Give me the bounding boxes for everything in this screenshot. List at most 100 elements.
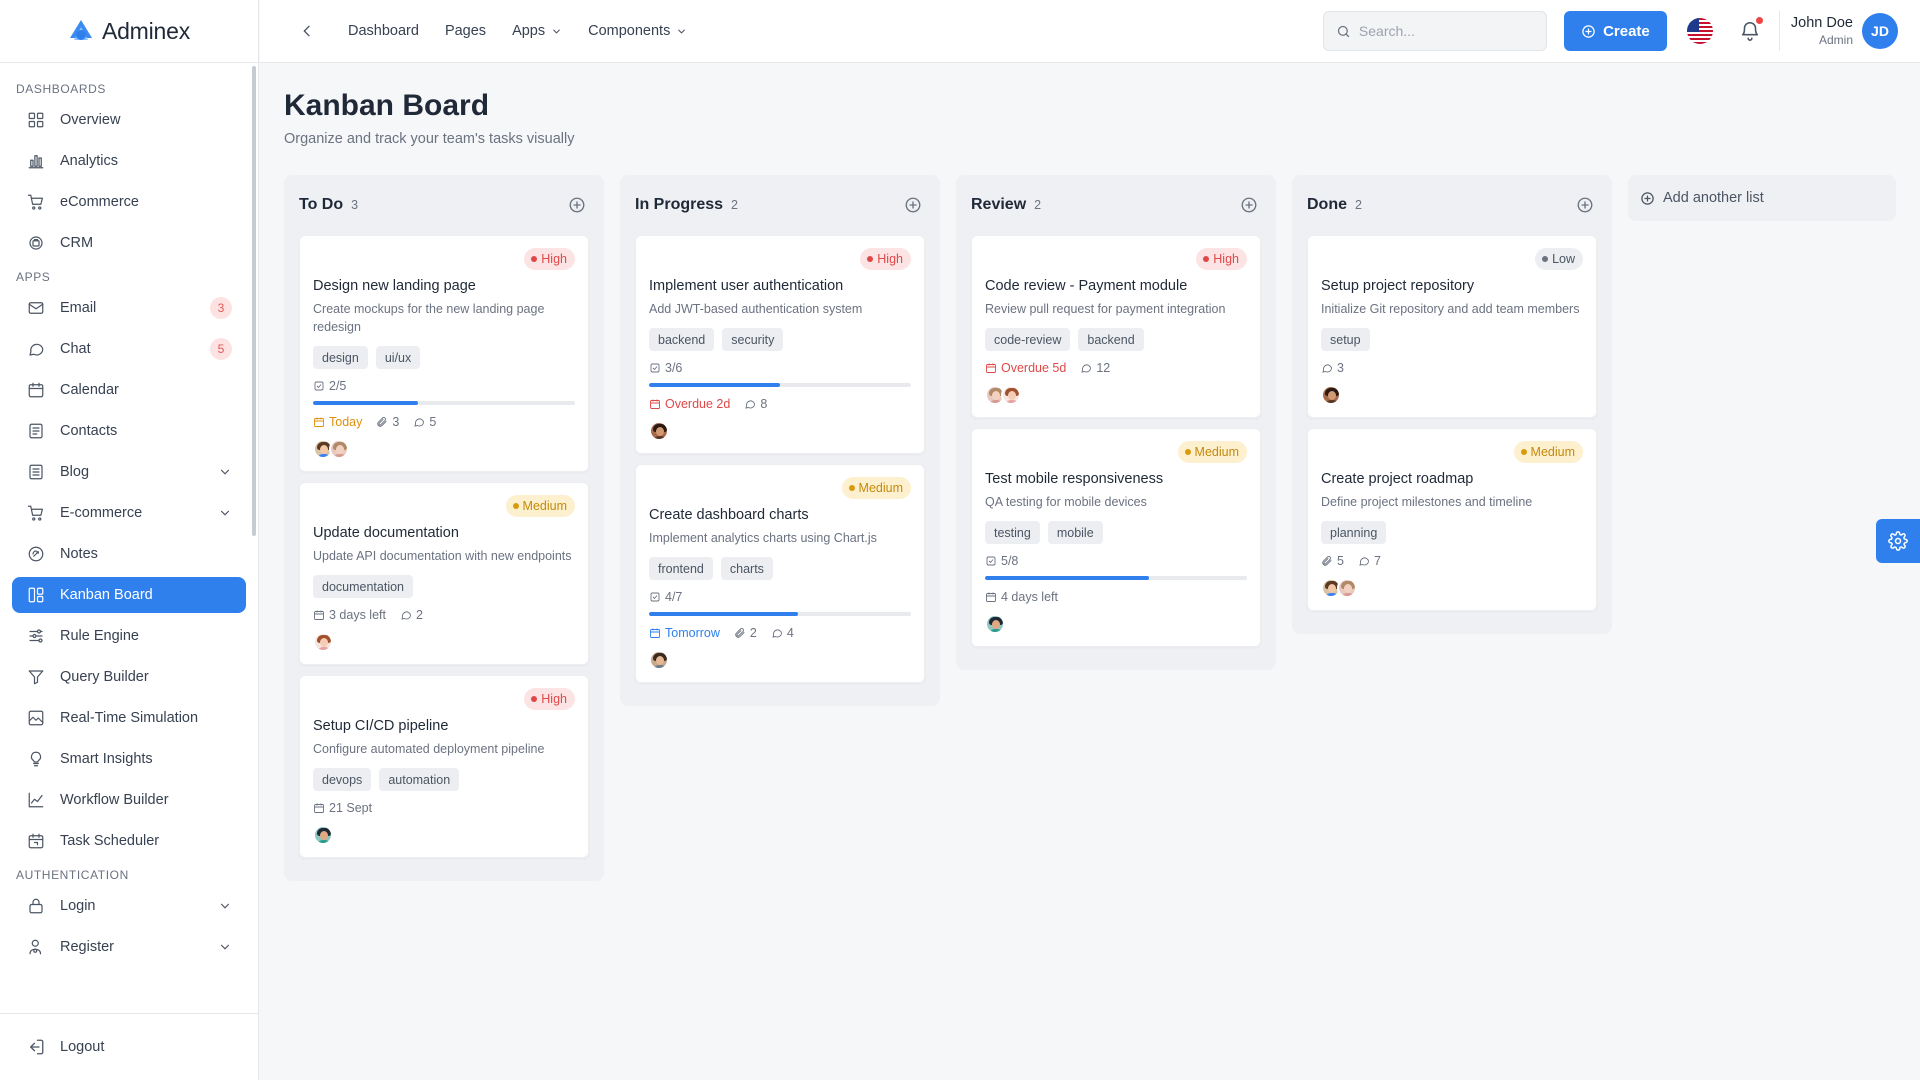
sidebar-item-register[interactable]: Register bbox=[12, 929, 246, 965]
priority-dot bbox=[1203, 256, 1210, 262]
sidebar-item-workflow-builder[interactable]: Workflow Builder bbox=[12, 782, 246, 818]
tag-list: design ui/ux bbox=[313, 346, 575, 369]
tag[interactable]: design bbox=[313, 346, 368, 369]
avatar[interactable] bbox=[1001, 385, 1021, 405]
create-button[interactable]: Create bbox=[1563, 11, 1667, 51]
language-flag-icon[interactable] bbox=[1686, 18, 1713, 44]
add-card-button[interactable] bbox=[1240, 196, 1258, 214]
tag[interactable]: code-review bbox=[985, 328, 1071, 351]
chevron-down-icon[interactable] bbox=[218, 899, 232, 913]
topnav-apps[interactable]: Apps bbox=[512, 23, 562, 39]
brand[interactable]: Adminex bbox=[0, 0, 258, 63]
tag[interactable]: documentation bbox=[313, 575, 414, 598]
tag[interactable]: charts bbox=[720, 557, 773, 580]
sidebar-item-login[interactable]: Login bbox=[12, 888, 246, 924]
chevron-down-icon[interactable] bbox=[218, 940, 232, 954]
avatar[interactable] bbox=[313, 632, 333, 652]
plus-circle-icon bbox=[1581, 24, 1596, 39]
add-card-button[interactable] bbox=[1576, 196, 1594, 214]
sidebar-item-analytics[interactable]: Analytics bbox=[12, 143, 246, 179]
plus-circle-icon bbox=[1240, 196, 1258, 214]
avatar[interactable] bbox=[1337, 578, 1357, 598]
kanban-card[interactable]: Medium Test mobile responsiveness QA tes… bbox=[971, 428, 1261, 647]
sidebar-item-crm[interactable]: CRM bbox=[12, 225, 246, 261]
avatar[interactable] bbox=[649, 650, 669, 670]
avatar[interactable] bbox=[649, 421, 669, 441]
sidebar-item-blog[interactable]: Blog bbox=[12, 454, 246, 490]
sidebar-item-contacts[interactable]: Contacts bbox=[12, 413, 246, 449]
add-card-button[interactable] bbox=[568, 196, 586, 214]
sidebar-item-real-time-simulation[interactable]: Real-Time Simulation bbox=[12, 700, 246, 736]
kanban-card[interactable]: Medium Update documentation Update API d… bbox=[299, 482, 589, 665]
tag[interactable]: ui/ux bbox=[375, 346, 421, 369]
avatar[interactable] bbox=[313, 825, 333, 845]
sidebar-item-task-scheduler[interactable]: Task Scheduler bbox=[12, 823, 246, 859]
sidebar-item-query-builder[interactable]: Query Builder bbox=[12, 659, 246, 695]
avatar[interactable]: JD bbox=[1862, 13, 1898, 49]
sidebar-scrollbar[interactable] bbox=[252, 66, 256, 536]
kanban-column-to-do: To Do 3 High Design new landing page Cre… bbox=[284, 175, 604, 881]
sidebar-item-kanban-board[interactable]: Kanban Board bbox=[12, 577, 246, 613]
card-title: Setup CI/CD pipeline bbox=[313, 718, 449, 734]
tag[interactable]: backend bbox=[1078, 328, 1144, 351]
notifications-button[interactable] bbox=[1739, 17, 1763, 42]
sidebar-item-e-commerce[interactable]: E-commerce bbox=[12, 495, 246, 531]
progress-bar bbox=[985, 576, 1247, 580]
comment-label: 5 bbox=[429, 415, 437, 429]
avatar[interactable] bbox=[329, 439, 349, 459]
chevron-down-icon[interactable] bbox=[218, 506, 232, 520]
kanban-card[interactable]: High Code review - Payment module Review… bbox=[971, 235, 1261, 418]
avatar-face bbox=[656, 656, 664, 665]
sidebar-item-label: Real-Time Simulation bbox=[60, 710, 199, 726]
calendar-icon bbox=[649, 398, 661, 410]
priority-badge: Medium bbox=[1513, 441, 1583, 463]
kanban-card[interactable]: High Implement user authentication Add J… bbox=[635, 235, 925, 454]
sidebar-item-notes[interactable]: Notes bbox=[12, 536, 246, 572]
logout-button[interactable]: Logout bbox=[12, 1029, 246, 1065]
user-info[interactable]: John Doe Admin bbox=[1791, 15, 1853, 47]
kanban-card[interactable]: Medium Create dashboard charts Implement… bbox=[635, 464, 925, 683]
tag[interactable]: testing bbox=[985, 521, 1040, 544]
card-meta: 5 7 bbox=[1321, 554, 1583, 568]
sidebar-item-smart-insights[interactable]: Smart Insights bbox=[12, 741, 246, 777]
tag[interactable]: devops bbox=[313, 768, 372, 791]
cart-icon bbox=[26, 503, 46, 523]
sidebar-item-ecommerce[interactable]: eCommerce bbox=[12, 184, 246, 220]
search-input[interactable] bbox=[1358, 23, 1519, 39]
kanban-card[interactable]: Medium Create project roadmap Define pro… bbox=[1307, 428, 1597, 611]
tag[interactable]: setup bbox=[1321, 328, 1370, 351]
kanban-card[interactable]: Low Setup project repository Initialize … bbox=[1307, 235, 1597, 418]
priority-dot bbox=[1542, 256, 1549, 262]
checklist-label: 5/8 bbox=[1001, 554, 1019, 568]
tag[interactable]: planning bbox=[1321, 521, 1387, 544]
search-box[interactable] bbox=[1322, 11, 1547, 51]
add-card-button[interactable] bbox=[904, 196, 922, 214]
tag[interactable]: mobile bbox=[1047, 521, 1103, 544]
kanban-card[interactable]: High Design new landing page Create mock… bbox=[299, 235, 589, 472]
chevron-down-icon bbox=[551, 26, 562, 37]
collapse-sidebar-button[interactable] bbox=[296, 20, 318, 42]
tag[interactable]: automation bbox=[379, 768, 460, 791]
topnav-dashboard[interactable]: Dashboard bbox=[348, 23, 419, 39]
priority-badge: Medium bbox=[841, 477, 911, 499]
add-list-button[interactable]: Add another list bbox=[1628, 175, 1896, 221]
priority-badge: High bbox=[524, 248, 575, 270]
topnav-components[interactable]: Components bbox=[588, 23, 687, 39]
tag[interactable]: frontend bbox=[649, 557, 713, 580]
chevron-down-icon[interactable] bbox=[218, 465, 232, 479]
tag[interactable]: security bbox=[722, 328, 784, 351]
topnav-pages[interactable]: Pages bbox=[445, 23, 486, 39]
sidebar-item-rule-engine[interactable]: Rule Engine bbox=[12, 618, 246, 654]
blog-icon bbox=[26, 462, 46, 482]
avatar[interactable] bbox=[1321, 385, 1341, 405]
kanban-card[interactable]: High Setup CI/CD pipeline Configure auto… bbox=[299, 675, 589, 858]
tag[interactable]: backend bbox=[649, 328, 715, 351]
sidebar-footer: Logout bbox=[0, 1013, 258, 1080]
sidebar-item-overview[interactable]: Overview bbox=[12, 102, 246, 138]
avatar[interactable] bbox=[985, 614, 1005, 634]
sidebar-item-label: Chat bbox=[60, 341, 91, 357]
sidebar-item-calendar[interactable]: Calendar bbox=[12, 372, 246, 408]
settings-button[interactable] bbox=[1876, 519, 1920, 563]
sidebar-item-email[interactable]: Email 3 bbox=[12, 290, 246, 326]
sidebar-item-chat[interactable]: Chat 5 bbox=[12, 331, 246, 367]
